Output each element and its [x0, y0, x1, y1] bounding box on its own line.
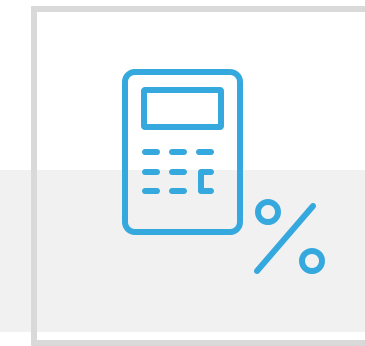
percent-icon-top-circle	[255, 199, 281, 225]
percent-icon-bottom-circle	[299, 248, 325, 274]
calculator-display-icon	[141, 87, 224, 130]
calculator-percent-icon	[110, 60, 340, 290]
